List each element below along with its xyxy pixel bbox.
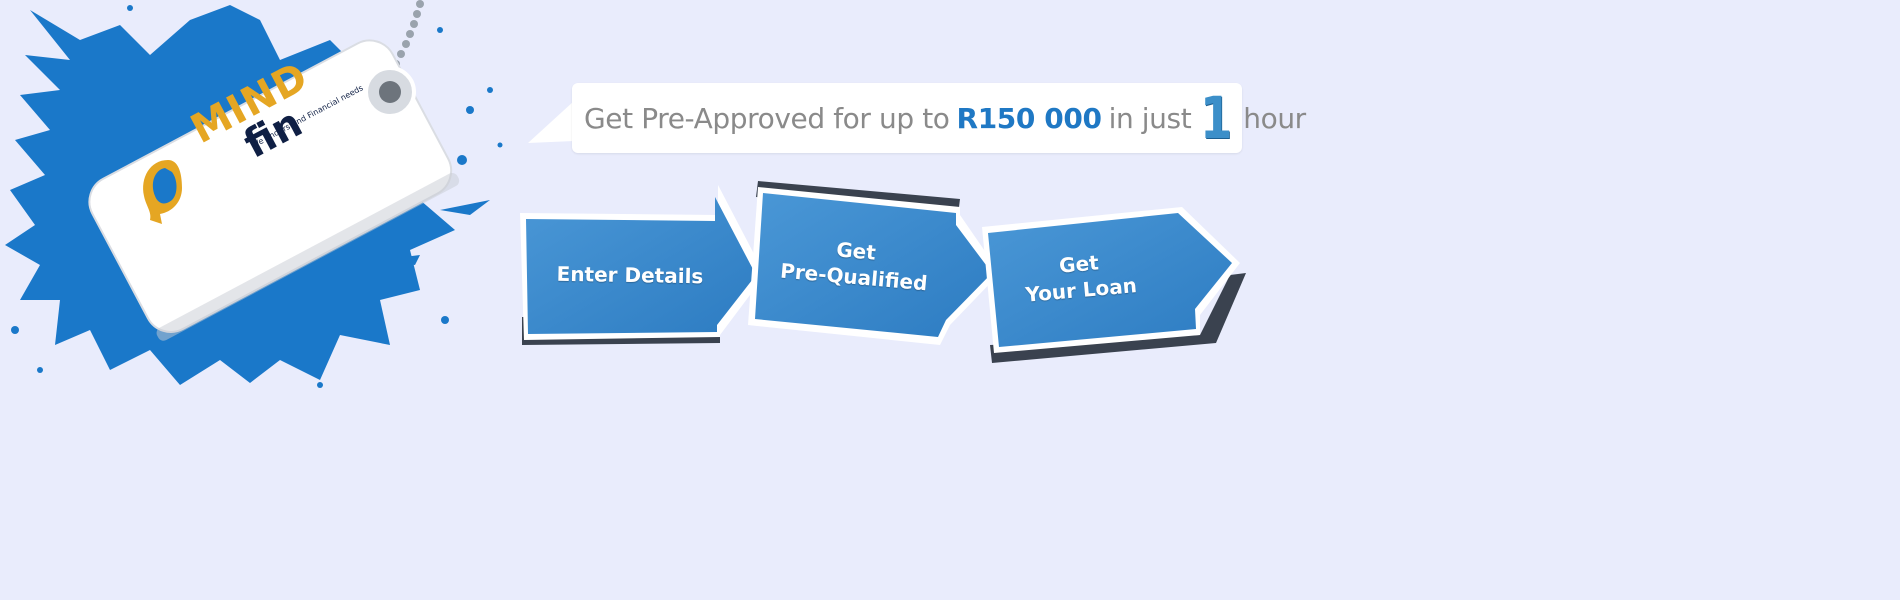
headline-amount: R150 000 xyxy=(956,101,1102,135)
logo-splash: MIND fin We understand Financial needs xyxy=(0,0,520,390)
bubble-tail xyxy=(528,101,574,143)
headline-suffix: hour xyxy=(1243,101,1306,135)
headline-number: 1 xyxy=(1200,84,1233,152)
step-1-label-line1: Enter Details xyxy=(556,261,704,289)
process-steps: Enter Details Get Pre-Qualified Get Your… xyxy=(510,175,1250,375)
banner: MIND fin We understand Financial needs G… xyxy=(0,0,1900,600)
headline-bubble: Get Pre-Approved for up to R150 000 in j… xyxy=(528,83,1306,153)
tag-hole xyxy=(379,81,401,103)
step-1-label: Enter Details xyxy=(550,261,710,290)
headline-prefix: Get Pre-Approved for up to xyxy=(584,101,950,135)
headline-text: Get Pre-Approved for up to R150 000 in j… xyxy=(572,83,1306,153)
headline-middle: in just xyxy=(1108,101,1192,135)
splash-graphic xyxy=(5,0,503,388)
